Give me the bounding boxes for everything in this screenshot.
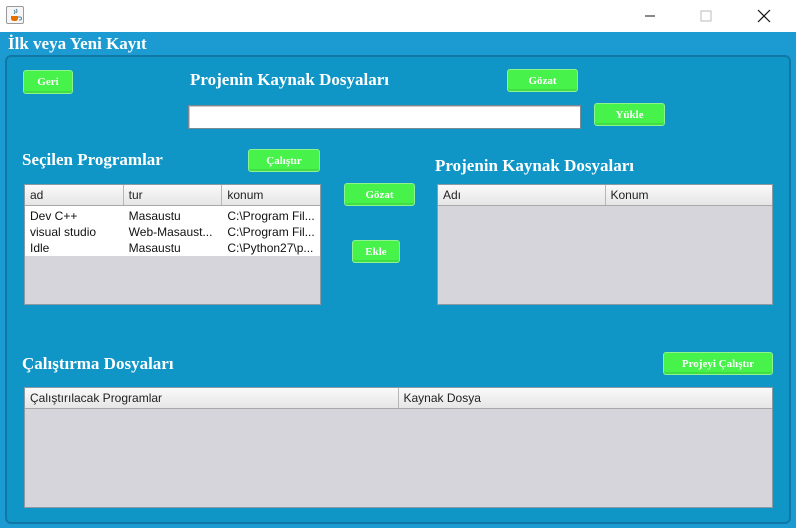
run-files-table[interactable]: Çalıştırılacak Programlar Kaynak Dosya: [24, 387, 773, 508]
back-button[interactable]: Geri: [23, 70, 73, 94]
source-files-table[interactable]: Adı Konum: [437, 184, 773, 305]
selected-programs-table[interactable]: ad tur konum Dev C++ Masaustu C:\Program…: [24, 184, 321, 305]
cell-ad: Idle: [30, 241, 50, 255]
project-source-files-heading: Projenin Kaynak Dosyaları: [435, 156, 634, 175]
table-header: Adı Konum: [438, 185, 772, 206]
run-files-heading: Çalıştırma Dosyaları: [22, 354, 174, 373]
table-header: Çalıştırılacak Programlar Kaynak Dosya: [25, 388, 772, 409]
browse-top-button[interactable]: Gözat: [507, 69, 578, 92]
maximize-icon[interactable]: [683, 0, 729, 32]
cell-ad: Dev C++: [30, 209, 78, 223]
window-titlebar: [0, 0, 796, 32]
java-cup-icon: [6, 6, 24, 24]
cell-konum: C:\Python27\p...: [227, 241, 314, 255]
cell-ad: visual studio: [30, 225, 97, 239]
run-project-button[interactable]: Projeyi Çalıştır: [663, 352, 773, 375]
frame-title: İlk veya Yeni Kayıt: [8, 34, 147, 53]
cell-tur: Masaustu: [128, 241, 181, 255]
selected-programs-heading: Seçilen Programlar: [22, 150, 163, 169]
column-header-adi[interactable]: Adı: [438, 185, 606, 205]
column-header-tur[interactable]: tur: [124, 185, 223, 205]
table-row[interactable]: visual studio Web-Masaust... C:\Program …: [25, 224, 320, 240]
table-header: ad tur konum: [25, 185, 320, 206]
table-row[interactable]: Dev C++ Masaustu C:\Program Fil...: [25, 208, 320, 224]
column-header-source-file[interactable]: Kaynak Dosya: [399, 388, 773, 408]
run-button[interactable]: Çalıştır: [248, 149, 320, 172]
cell-tur: Masaustu: [128, 209, 181, 223]
source-files-heading: Projenin Kaynak Dosyaları: [190, 70, 389, 89]
upload-button[interactable]: Yükle: [594, 103, 665, 126]
close-icon[interactable]: [741, 0, 787, 32]
source-path-input[interactable]: [188, 105, 581, 129]
column-header-ad[interactable]: ad: [25, 185, 124, 205]
browse-middle-button[interactable]: Gözat: [344, 183, 415, 206]
table-row[interactable]: Idle Masaustu C:\Python27\p...: [25, 240, 320, 256]
cell-konum: C:\Program Fil...: [227, 209, 315, 223]
add-button[interactable]: Ekle: [352, 240, 400, 263]
minimize-icon[interactable]: [627, 0, 673, 32]
column-header-konum[interactable]: konum: [222, 185, 320, 205]
cell-tur: Web-Masaust...: [128, 225, 213, 239]
cell-konum: C:\Program Fil...: [227, 225, 315, 239]
column-header-programs[interactable]: Çalıştırılacak Programlar: [25, 388, 399, 408]
column-header-konum[interactable]: Konum: [606, 185, 773, 205]
